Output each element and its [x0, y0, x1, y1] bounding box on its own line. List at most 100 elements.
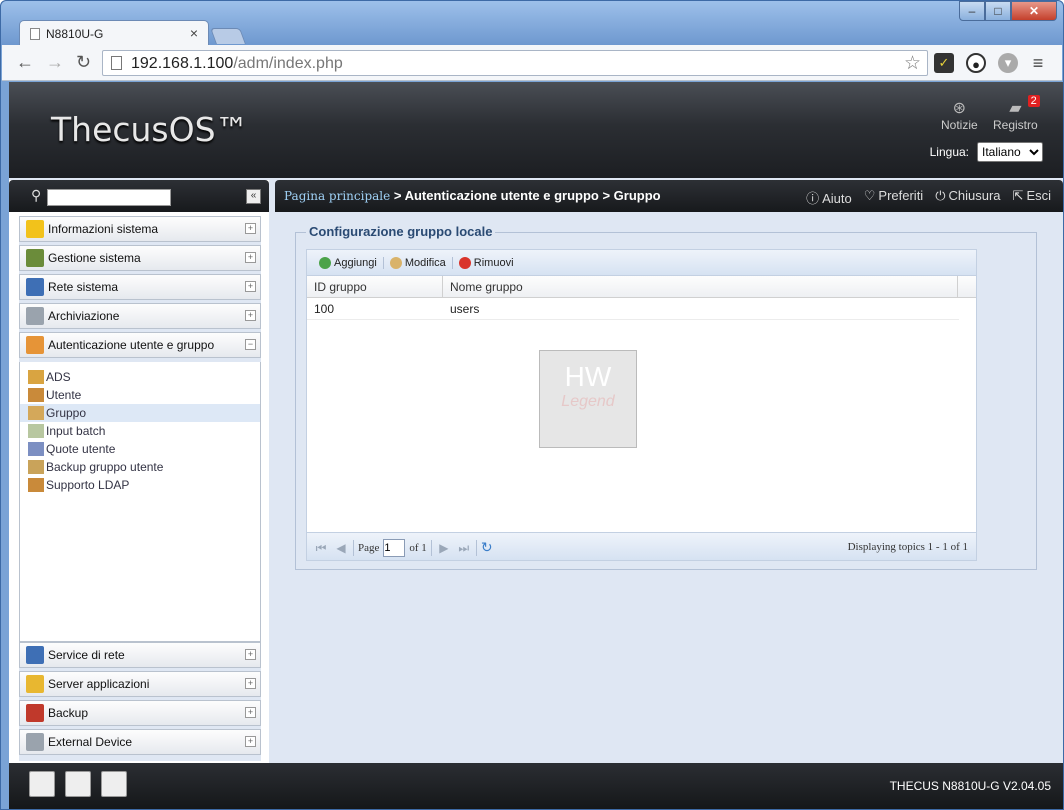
local-group-config-panel: Configurazione gruppo locale Aggiungi Mo…: [295, 224, 1037, 570]
heart-icon: ♡: [863, 188, 876, 203]
breadcrumb-bar: Pagina principale > Autenticazione utent…: [275, 180, 1063, 212]
comment-icon: ▰ 2: [993, 95, 1040, 118]
tools-icon: [26, 249, 44, 267]
collapse-sidebar-button[interactable]: «: [246, 189, 261, 204]
group-grid: Aggiungi Modifica Rimuovi ID gruppo Nome…: [306, 249, 977, 561]
close-window-button[interactable]: ✕: [1011, 1, 1057, 21]
language-select[interactable]: Italiano: [977, 142, 1043, 162]
last-page-icon[interactable]: ⏭: [456, 541, 472, 556]
url-text: 192.168.1.100/adm/index.php: [131, 55, 343, 72]
quota-icon: [28, 442, 44, 456]
storage-icon: [26, 307, 44, 325]
network-service-icon: [26, 646, 44, 664]
grid-toolbar: Aggiungi Modifica Rimuovi: [307, 250, 976, 276]
bookmark-star-icon[interactable]: ☆: [904, 52, 921, 75]
users-icon: [26, 336, 44, 354]
prev-page-icon[interactable]: ◀: [333, 541, 349, 556]
extension-off-icon[interactable]: ●: [966, 53, 986, 73]
remove-icon: [458, 256, 471, 269]
reload-icon[interactable]: ↻: [76, 52, 91, 73]
menu-system-network[interactable]: Rete sistema +: [19, 274, 261, 300]
help-button[interactable]: ⓘ Aiuto: [806, 188, 852, 207]
disk-icon[interactable]: [65, 771, 91, 797]
menu-user-group-auth[interactable]: Autenticazione utente e gruppo −: [19, 332, 261, 358]
cell-group-id: 100: [314, 302, 335, 316]
new-tab-button[interactable]: [210, 28, 246, 44]
menu-app-server[interactable]: Server applicazioni +: [19, 671, 261, 697]
add-icon: [319, 256, 331, 269]
sidebar-search-input[interactable]: [47, 189, 171, 206]
help-icon: ⓘ: [806, 191, 820, 206]
browser-tab[interactable]: N8810U-G ×: [19, 20, 209, 46]
news-button[interactable]: ⊛ Notizie: [941, 98, 978, 132]
first-page-icon[interactable]: ⏮: [313, 541, 329, 556]
page-icon: [111, 56, 122, 70]
firmware-version: THECUS N8810U-G V2.04.05: [889, 779, 1051, 793]
page-favicon-icon: [30, 28, 40, 40]
page-number-input[interactable]: [383, 539, 406, 557]
menu-icon[interactable]: ≡: [1028, 53, 1048, 73]
expand-icon[interactable]: +: [245, 252, 256, 263]
expand-icon[interactable]: +: [245, 678, 256, 689]
submenu-item-ads[interactable]: ADS: [28, 368, 260, 386]
column-header-group-id[interactable]: ID gruppo: [307, 276, 443, 297]
menu-storage[interactable]: Archiviazione +: [19, 303, 261, 329]
table-row[interactable]: 100 users: [307, 298, 959, 320]
header-actions: ⓘ Aiuto ♡ Preferiti ⏻ Chiusura ⇱ Esci: [806, 188, 1051, 207]
submenu-item-user-quota[interactable]: Quote utente: [28, 440, 260, 458]
title-bar: N8810U-G × – □ ✕: [1, 1, 1063, 46]
breadcrumb-home[interactable]: Pagina principale: [284, 189, 390, 203]
next-page-icon[interactable]: ▶: [436, 541, 452, 556]
tab-close-icon[interactable]: ×: [190, 25, 198, 41]
favorites-button[interactable]: ♡ Preferiti: [864, 188, 923, 207]
menu-system-management[interactable]: Gestione sistema +: [19, 245, 261, 271]
server-icon[interactable]: [29, 771, 55, 797]
extension-check-icon[interactable]: ✓: [934, 53, 954, 73]
thecus-app: ThecusOS™ ⊛ Notizie ▰ 2 Registro Lingua: …: [9, 82, 1063, 809]
group-icon: [28, 406, 44, 420]
expand-icon[interactable]: +: [245, 310, 256, 321]
breadcrumb: Pagina principale > Autenticazione utent…: [284, 188, 661, 204]
gear-icon: [389, 256, 402, 269]
back-arrow-icon[interactable]: ←: [16, 52, 34, 73]
maximize-button[interactable]: □: [985, 1, 1011, 21]
pager-controls: ⏮ ◀ Page of 1 ▶ ⏭ ↻: [313, 539, 493, 557]
sidebar-menu: Informazioni sistema + Gestione sistema …: [19, 216, 261, 761]
submenu-item-batch-input[interactable]: Input batch: [28, 422, 260, 440]
language-label: Lingua:: [929, 145, 969, 159]
expand-icon[interactable]: +: [245, 649, 256, 660]
shutdown-button[interactable]: ⏻ Chiusura: [935, 188, 1000, 207]
menu-system-info[interactable]: Informazioni sistema +: [19, 216, 261, 242]
forward-arrow-icon[interactable]: →: [46, 52, 64, 73]
remove-button[interactable]: Rimuovi: [453, 256, 520, 269]
expand-icon[interactable]: +: [245, 281, 256, 292]
app-footer: THECUS N8810U-G V2.04.05: [9, 763, 1063, 809]
breadcrumb-path: > Autenticazione utente e gruppo > Grupp…: [390, 188, 661, 203]
submenu-item-group[interactable]: Gruppo: [20, 404, 260, 422]
expand-icon[interactable]: +: [245, 707, 256, 718]
submenu-item-ldap[interactable]: Supporto LDAP: [28, 476, 260, 494]
network-tree-icon[interactable]: [101, 771, 127, 797]
edit-button[interactable]: Modifica: [384, 256, 453, 269]
extension-shield-icon[interactable]: ▾: [998, 53, 1018, 73]
logout-button[interactable]: ⇱ Esci: [1013, 188, 1051, 207]
expand-icon[interactable]: +: [245, 223, 256, 234]
add-button[interactable]: Aggiungi: [313, 256, 384, 269]
submenu-item-user-group-backup[interactable]: Backup gruppo utente: [28, 458, 260, 476]
expand-icon[interactable]: +: [245, 736, 256, 747]
page-label: Page: [358, 542, 380, 554]
collapse-icon[interactable]: −: [245, 339, 256, 350]
minimize-button[interactable]: –: [959, 1, 985, 21]
menu-external-device[interactable]: External Device +: [19, 729, 261, 755]
menu-network-service[interactable]: Service di rete +: [19, 642, 261, 668]
log-button[interactable]: ▰ 2 Registro: [993, 95, 1040, 132]
language-selector: Lingua: Italiano: [930, 142, 1043, 162]
submenu-item-user[interactable]: Utente: [28, 386, 260, 404]
column-header-group-name[interactable]: Nome gruppo: [443, 276, 958, 297]
browser-window: N8810U-G × – □ ✕ ← → ↻ 192.168.1.100/adm…: [0, 0, 1064, 810]
address-bar[interactable]: 192.168.1.100/adm/index.php ☆: [102, 50, 928, 76]
submenu-user-group-auth: ADS Utente Gruppo Input batch Quote uten…: [19, 362, 261, 642]
cell-group-name: users: [450, 302, 480, 316]
menu-backup[interactable]: Backup +: [19, 700, 261, 726]
refresh-icon[interactable]: ↻: [481, 540, 493, 557]
